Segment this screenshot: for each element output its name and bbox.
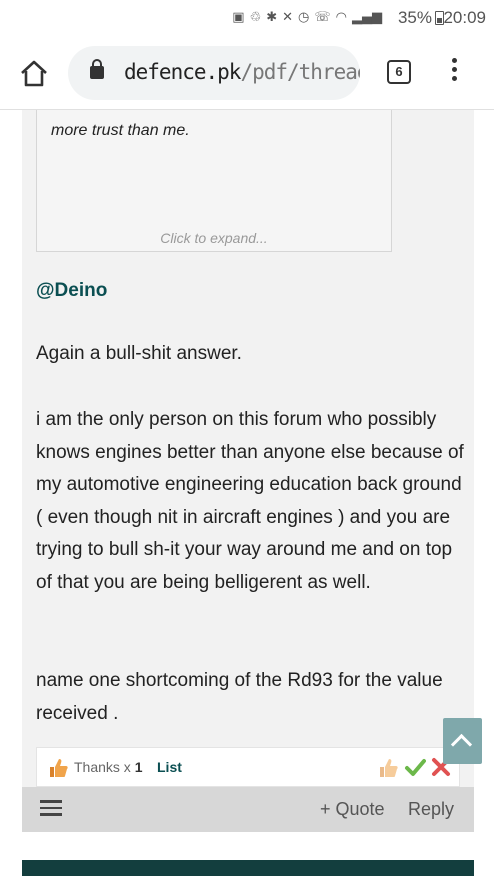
- signal-icon: ▂▄▆: [352, 10, 382, 25]
- hamburger-line-icon: [40, 800, 62, 803]
- mute-icon: ✕: [282, 10, 294, 25]
- quote-block[interactable]: more trust than me. Click to expand...: [36, 110, 392, 252]
- likes-list-link[interactable]: List: [157, 759, 182, 775]
- menu-dot-icon: [451, 76, 457, 81]
- message-paragraph: name one shortcoming of the Rd93 for the…: [36, 670, 443, 724]
- post-footer: + Quote Reply: [22, 787, 474, 832]
- likes-label: Thanks x: [74, 759, 131, 775]
- user-mention[interactable]: @Deino: [36, 280, 107, 302]
- clock: 20:09: [443, 8, 486, 27]
- back-to-top-button[interactable]: [443, 718, 482, 764]
- wifi-calling-icon: ☏: [314, 10, 331, 25]
- wifi-icon: ◠: [335, 10, 347, 25]
- recycle-icon: ♲: [249, 10, 262, 25]
- likes-count: 1: [134, 759, 143, 775]
- menu-dot-icon: [451, 58, 457, 63]
- post-menu-button[interactable]: [40, 800, 64, 820]
- checkmark-icon[interactable]: [404, 756, 426, 778]
- battery-percent: 35%: [397, 8, 432, 27]
- quote-text: more trust than me.: [51, 122, 190, 139]
- url-host: defence.pk: [124, 60, 241, 84]
- message-paragraph: i am the only person on this forum who p…: [36, 409, 464, 593]
- reply-button[interactable]: Reply: [408, 799, 454, 820]
- likes-bar: Thanks x 1 List: [36, 747, 460, 787]
- thumbs-up-icon: [50, 759, 68, 777]
- home-button[interactable]: [18, 58, 50, 90]
- status-bar: ▣ ♲ ✱ ✕ ◷ ☏ ◠ ▂▄▆ 35% 20:09: [0, 0, 494, 38]
- click-to-expand[interactable]: Click to expand...: [37, 230, 391, 246]
- url-path: /pdf/threads: [240, 60, 360, 84]
- lock-icon: [90, 59, 104, 79]
- home-icon: [21, 60, 47, 87]
- menu-dot-icon: [451, 67, 457, 72]
- rate-like-icon[interactable]: [377, 756, 401, 780]
- forum-post: more trust than me. Click to expand... @…: [22, 110, 474, 832]
- status-icons: ▣ ♲ ✱ ✕ ◷ ☏ ◠ ▂▄▆: [232, 9, 382, 27]
- url-text: defence.pk/pdf/threads: [124, 60, 360, 84]
- browser-menu-button[interactable]: [450, 58, 458, 88]
- quote-button[interactable]: + Quote: [320, 799, 385, 820]
- tab-switcher-button[interactable]: 6: [387, 60, 411, 84]
- hamburger-line-icon: [40, 813, 62, 816]
- message-paragraph: Again a bull-shit answer.: [36, 343, 242, 364]
- next-post-header: [22, 860, 474, 876]
- hamburger-line-icon: [40, 806, 62, 810]
- likes-summary: Thanks x 1: [74, 759, 143, 775]
- bluetooth-icon: ✱: [266, 10, 278, 25]
- page-content[interactable]: more trust than me. Click to expand... @…: [0, 110, 494, 876]
- alarm-icon: ◷: [298, 10, 310, 25]
- browser-toolbar: defence.pk/pdf/threads 6: [0, 38, 494, 110]
- address-bar[interactable]: defence.pk/pdf/threads: [68, 46, 360, 100]
- notification-icon: ▣: [232, 10, 245, 25]
